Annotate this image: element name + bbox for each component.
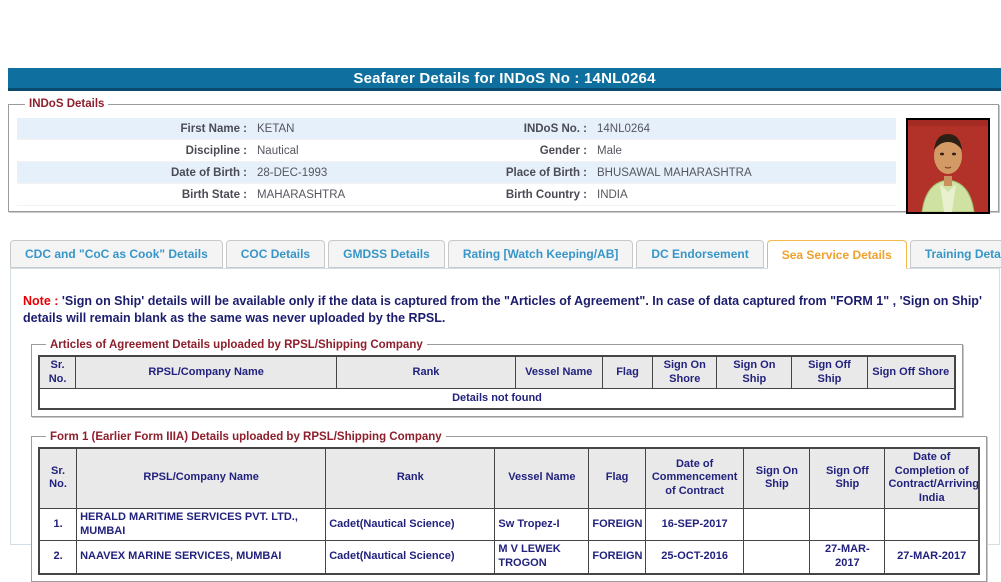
gender-label: Gender : [473, 140, 595, 162]
tab-coc-details[interactable]: COC Details [225, 240, 326, 268]
cell-flag: FOREIGN [588, 507, 646, 542]
first-name-label: First Name : [17, 118, 255, 140]
col-vessel-name: Vessel Name [514, 355, 603, 390]
table-row: 1. HERALD MARITIME SERVICES PVT. LTD., M… [38, 507, 980, 542]
col-rpsl-company-name: RPSL/Company Name [76, 447, 327, 509]
cell-rank: Cadet(Nautical Science) [325, 540, 496, 575]
table-header-row: Sr. No. RPSL/Company Name Rank Vessel Na… [38, 355, 956, 390]
sea-service-panel: Note : 'Sign on Ship' details will be av… [10, 268, 1000, 582]
cell-sr-no: 1. [38, 507, 78, 542]
cell-sr-no: 2. [38, 540, 78, 575]
page: Seafarer Details for INDoS No : 14NL0264… [0, 0, 1001, 582]
cell-sign-off-ship [809, 507, 886, 542]
tab-bar: CDC and "CoC as Cook" Details COC Detail… [10, 240, 1001, 269]
note-text: 'Sign on Ship' details will be available… [23, 294, 982, 325]
birth-state-label: Birth State : [17, 184, 255, 206]
indos-details-grid: First Name : KETAN INDoS No. : 14NL0264 … [17, 118, 896, 206]
tab-rating-watch-keeping-ab[interactable]: Rating [Watch Keeping/AB] [447, 240, 634, 268]
tab-gmdss-details[interactable]: GMDSS Details [328, 240, 445, 268]
articles-of-agreement-table: Sr. No. RPSL/Company Name Rank Vessel Na… [38, 354, 956, 410]
cell-company: HERALD MARITIME SERVICES PVT. LTD., MUMB… [76, 507, 327, 542]
col-rank: Rank [336, 355, 516, 390]
table-header-row: Sr. No. RPSL/Company Name Rank Vessel Na… [38, 447, 980, 509]
birth-country-label: Birth Country : [473, 184, 595, 206]
col-vessel-name: Vessel Name [494, 447, 590, 509]
form1-table: Sr. No. RPSL/Company Name Rank Vessel Na… [38, 446, 980, 575]
cell-completion-date [884, 507, 980, 542]
cell-sign-off-ship: 27-MAR-2017 [809, 540, 886, 575]
cell-rank: Cadet(Nautical Science) [325, 507, 496, 542]
col-rpsl-company-name: RPSL/Company Name [75, 355, 338, 390]
cell-flag: FOREIGN [588, 540, 646, 575]
cell-vessel: Sw Tropez-I [494, 507, 590, 542]
col-sign-on-ship: Sign On Ship [743, 447, 811, 509]
form1-section: Form 1 (Earlier Form IIIA) Details uploa… [31, 430, 987, 582]
col-date-of-commencement: Date of Commencement of Contract [644, 447, 745, 509]
cell-company: NAAVEX MARINE SERVICES, MUMBAI [76, 540, 327, 575]
place-of-birth-label: Place of Birth : [473, 162, 595, 184]
cell-commencement-date: 25-OCT-2016 [644, 540, 745, 575]
cell-completion-date: 27-MAR-2017 [884, 540, 980, 575]
discipline-value: Nautical [255, 140, 473, 162]
discipline-label: Discipline : [17, 140, 255, 162]
birth-country-value: INDIA [595, 184, 896, 206]
note: Note : 'Sign on Ship' details will be av… [23, 293, 987, 327]
tab-sea-service-details[interactable]: Sea Service Details [766, 240, 907, 269]
cell-commencement-date: 16-SEP-2017 [644, 507, 745, 542]
col-sign-off-ship: Sign Off Ship [791, 355, 868, 390]
table-row: Details not found [38, 388, 956, 410]
tab-dc-endorsement[interactable]: DC Endorsement [636, 240, 764, 268]
indos-details-legend: INDoS Details [29, 98, 105, 110]
birth-state-value: MAHARASHTRA [255, 184, 473, 206]
aoa-empty-message: Details not found [38, 388, 956, 410]
col-sign-off-shore: Sign Off Shore [866, 355, 956, 390]
cell-vessel: M V LEWEK TROGON [494, 540, 590, 575]
col-sr-no: Sr. No. [38, 447, 78, 509]
cell-sign-on-ship [743, 507, 811, 542]
gender-value: Male [595, 140, 896, 162]
date-of-birth-label: Date of Birth : [17, 162, 255, 184]
col-date-of-completion: Date of Completion of Contract/Arriving … [884, 447, 980, 509]
table-row: 2. NAAVEX MARINE SERVICES, MUMBAI Cadet(… [38, 540, 980, 575]
col-rank: Rank [325, 447, 496, 509]
title-bar: Seafarer Details for INDoS No : 14NL0264 [8, 68, 1001, 91]
col-sr-no: Sr. No. [38, 355, 77, 390]
indos-no-label: INDoS No. : [473, 118, 595, 140]
tab-cdc-coc-as-cook-details[interactable]: CDC and "CoC as Cook" Details [10, 240, 223, 268]
place-of-birth-value: BHUSAWAL MAHARASHTRA [595, 162, 896, 184]
seafarer-photo [906, 118, 990, 214]
first-name-value: KETAN [255, 118, 473, 140]
date-of-birth-value: 28-DEC-1993 [255, 162, 473, 184]
tab-training-details[interactable]: Training Details [909, 240, 1001, 268]
page-title: Seafarer Details for INDoS No : 14NL0264 [353, 69, 656, 87]
col-sign-off-ship: Sign Off Ship [809, 447, 886, 509]
articles-of-agreement-legend: Articles of Agreement Details uploaded b… [50, 338, 423, 351]
col-sign-on-shore: Sign On Shore [652, 355, 718, 390]
col-flag: Flag [588, 447, 646, 509]
articles-of-agreement-section: Articles of Agreement Details uploaded b… [31, 338, 963, 417]
form1-legend: Form 1 (Earlier Form IIIA) Details uploa… [50, 430, 442, 443]
indos-no-value: 14NL0264 [595, 118, 896, 140]
note-label: Note : [23, 294, 59, 308]
col-sign-on-ship: Sign On Ship [716, 355, 793, 390]
col-flag: Flag [601, 355, 654, 390]
indos-details-section: INDoS Details First Name : KETAN INDoS N… [8, 98, 999, 214]
cell-sign-on-ship [743, 540, 811, 575]
